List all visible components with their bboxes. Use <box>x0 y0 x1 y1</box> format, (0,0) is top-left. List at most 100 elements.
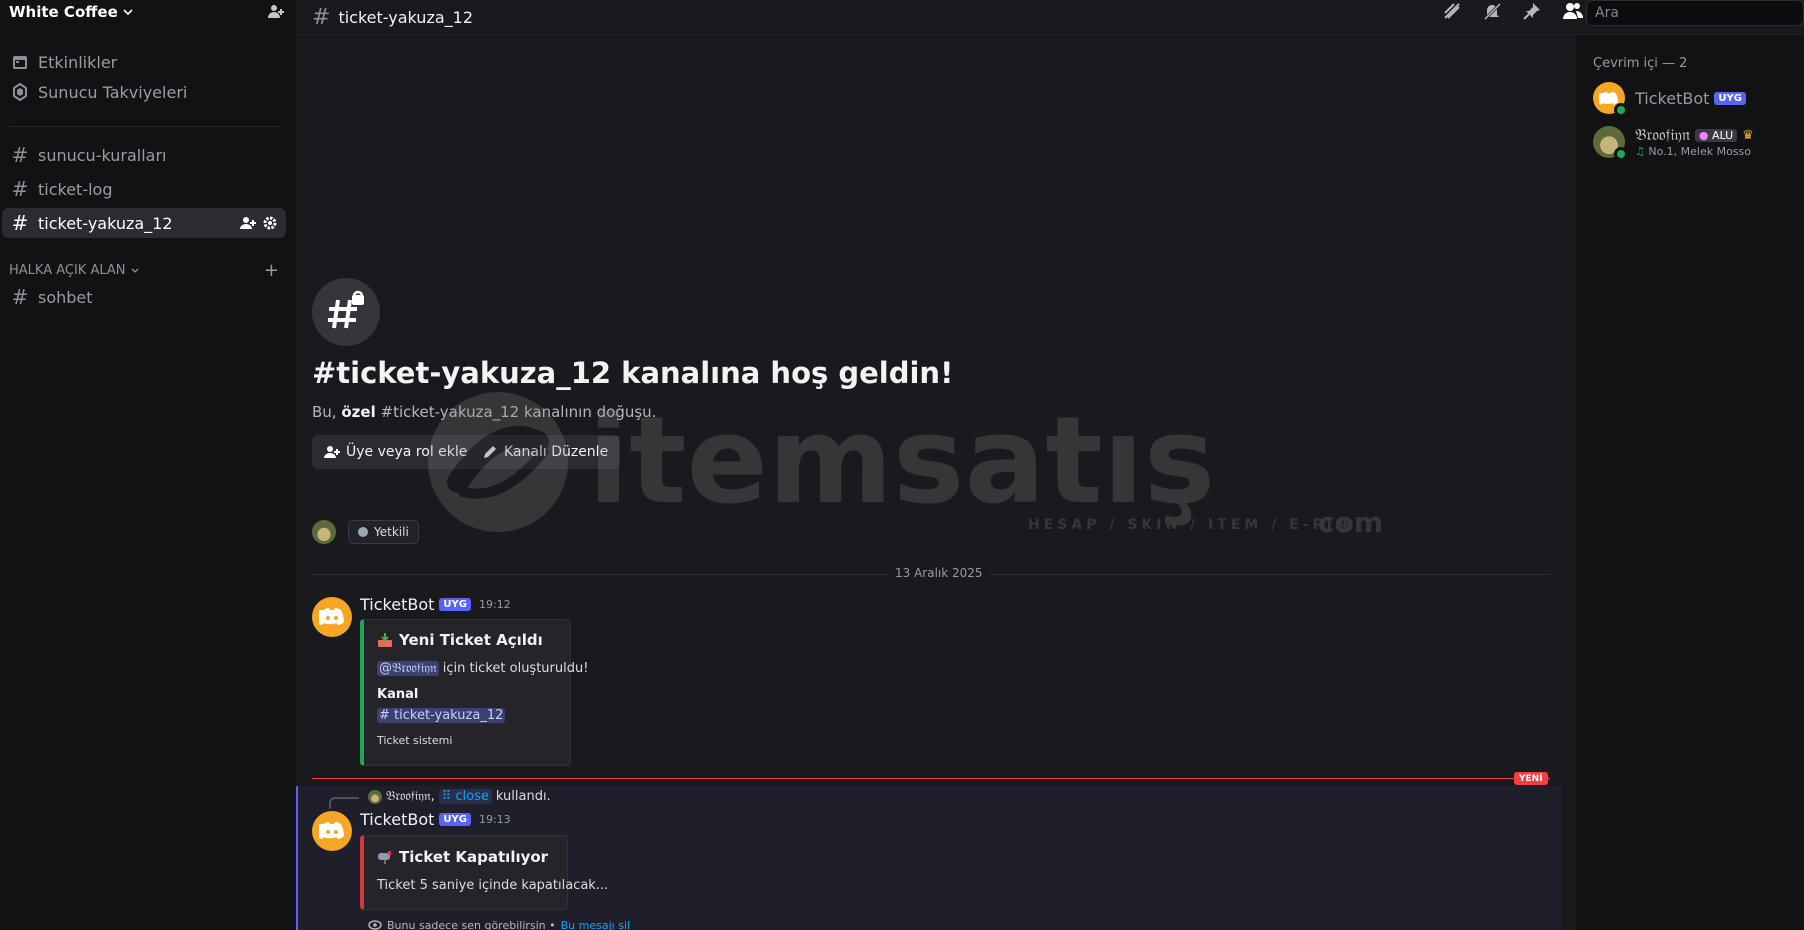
sidebar-item-sunucu-kurallari[interactable]: # sunucu-kuralları <box>2 140 286 170</box>
crown-icon: ♛ <box>1742 127 1754 143</box>
sidebar-item-label: sunucu-kuralları <box>38 145 167 165</box>
author-name[interactable]: TicketBot <box>360 810 434 829</box>
pin-icon[interactable] <box>1522 1 1542 21</box>
private-channel-icon <box>312 278 380 346</box>
command-name: close <box>455 789 489 804</box>
member-name: TicketBot <box>1635 88 1710 108</box>
role-pill[interactable]: Yetkili <box>348 520 419 544</box>
sidebar-item-label: ticket-yakuza_12 <box>38 213 173 233</box>
avatar[interactable] <box>312 597 352 637</box>
sidebar-item-ticket-yakuza-12[interactable]: # ticket-yakuza_12 <box>2 208 286 238</box>
mailbox-closed-icon <box>378 851 391 864</box>
channel-title: # ticket-yakuza_12 <box>296 5 473 30</box>
embed-footer: Ticket sistemi <box>377 734 453 747</box>
private-hash-icon: # <box>312 4 331 30</box>
private-hash-icon: # <box>11 211 29 235</box>
gear-icon[interactable] <box>262 215 278 231</box>
activity-text: No.1, Melek Mosso <box>1648 145 1751 158</box>
server-name: White Coffee <box>9 3 118 21</box>
member-activity: ♫ No.1, Melek Mosso <box>1635 145 1754 158</box>
timestamp[interactable]: 19:12 <box>479 598 511 611</box>
avatar[interactable] <box>312 520 336 544</box>
boost-icon <box>10 82 30 102</box>
date-divider: 13 Aralık 2025 <box>312 566 1550 580</box>
guild-tag-label: ALU <box>1712 128 1734 142</box>
notification-bell-muted-icon[interactable] <box>1482 1 1502 21</box>
guild-tag-badge: ● ALU <box>1694 128 1738 142</box>
channel-sidebar: White Coffee Etkinlikler Sunucu Takviyel… <box>0 0 296 930</box>
date-divider-label: 13 Aralık 2025 <box>889 566 989 580</box>
reply-suffix: kullandı. <box>495 789 551 804</box>
reply-connector <box>329 797 359 809</box>
online-status-icon <box>1614 103 1628 117</box>
channel-name: ticket-yakuza_12 <box>338 7 474 27</box>
add-member-or-role-button[interactable]: Üye veya rol ekle <box>312 435 480 469</box>
member-group-heading: Çevrim içi — 2 <box>1593 56 1688 71</box>
avatar <box>1593 82 1628 117</box>
embed-title-text: Yeni Ticket Açıldı <box>399 631 543 649</box>
avatar[interactable] <box>312 811 352 851</box>
new-messages-badge: YENİ <box>1514 772 1548 785</box>
discord-logo-icon <box>319 822 344 839</box>
server-header[interactable]: White Coffee <box>0 0 296 24</box>
message-header: TicketBot UYG 19:13 <box>360 810 511 829</box>
embed-field-value: # ticket-yakuza_12 <box>377 708 506 723</box>
member-item[interactable]: TicketBot UYG <box>1593 82 1746 117</box>
welcome-sub-suffix: #ticket-yakuza_12 kanalının doğuşu. <box>380 403 657 421</box>
invite-member-icon[interactable] <box>240 215 256 231</box>
discord-logo-icon <box>319 608 344 625</box>
chevron-down-icon <box>123 9 133 16</box>
sidebar-item-sohbet[interactable]: # sohbet <box>2 282 286 312</box>
command-icon: ⠿ <box>441 789 452 804</box>
category-label: HALKA AÇIK ALAN <box>9 263 126 278</box>
sidebar-item-server-boosts[interactable]: Sunucu Takviyeleri <box>2 77 286 107</box>
hash-icon: # <box>11 177 29 201</box>
avatar[interactable] <box>368 789 382 804</box>
create-channel-icon[interactable]: + <box>264 260 279 281</box>
command-reply-context: 𝔅𝔯𝔬𝔬𝔣𝔦𝔶𝔫, ⠿ close kullandı. <box>368 789 551 804</box>
welcome-sub-prefix: Bu, <box>312 403 337 421</box>
sidebar-item-events[interactable]: Etkinlikler <box>2 47 286 77</box>
embed-title: Ticket Kapatılıyor <box>377 848 548 866</box>
sidebar-divider <box>9 126 280 127</box>
dismiss-message-link[interactable]: Bu mesajı sil <box>561 919 630 930</box>
discord-logo-icon <box>1599 91 1618 104</box>
welcome-title: #ticket-yakuza_12 kanalına hoş geldin! <box>312 356 954 390</box>
member-list-icon[interactable] <box>1562 1 1584 21</box>
server-name-button[interactable]: White Coffee <box>9 3 134 21</box>
member-item[interactable]: 𝔅𝔯𝔬𝔬𝔣𝔦𝔶𝔫 ● ALU ♛ ♫ No.1, Melek Mosso <box>1593 125 1754 161</box>
search-placeholder: Ara <box>1595 5 1619 21</box>
reply-user[interactable]: 𝔅𝔯𝔬𝔬𝔣𝔦𝔶𝔫, <box>386 789 435 804</box>
online-status-icon <box>1614 146 1628 161</box>
embed-title-text: Ticket Kapatılıyor <box>399 848 549 866</box>
threads-icon[interactable] <box>1442 1 1462 21</box>
message-header: TicketBot UYG 19:12 <box>360 595 511 614</box>
embed-field-name: Kanal <box>377 687 419 702</box>
search-input[interactable]: Ara <box>1586 0 1804 26</box>
embed-description: Ticket 5 saniye içinde kapatılacak... <box>377 878 609 893</box>
embed-card: Ticket Kapatılıyor Ticket 5 saniye içind… <box>360 835 608 910</box>
timestamp[interactable]: 19:13 <box>479 813 511 826</box>
chevron-down-icon <box>131 268 138 273</box>
role-color-dot <box>358 527 368 537</box>
calendar-icon <box>10 52 30 72</box>
welcome-sub-bold: özel <box>341 403 376 421</box>
tag-icon: ● <box>1698 128 1709 142</box>
author-name[interactable]: TicketBot <box>360 595 434 614</box>
sidebar-item-label: Sunucu Takviyeleri <box>38 82 188 102</box>
pencil-icon <box>484 446 496 458</box>
app-badge: UYG <box>439 813 471 826</box>
category-header[interactable]: HALKA AÇIK ALAN + <box>9 260 279 281</box>
slash-command[interactable]: ⠿ close <box>438 789 492 804</box>
inbox-tray-icon <box>378 633 392 647</box>
channel-mention[interactable]: # ticket-yakuza_12 <box>377 708 506 723</box>
edit-channel-label: Kanalı Düzenle <box>504 444 609 460</box>
edit-channel-button[interactable]: Kanalı Düzenle <box>470 435 621 469</box>
ephemeral-note: Bunu sadece sen görebilirsin • Bu mesajı… <box>368 918 630 930</box>
sidebar-item-label: ticket-log <box>38 179 113 199</box>
invite-people-icon[interactable] <box>265 1 287 23</box>
user-mention[interactable]: @𝔅𝔯𝔬𝔬𝔣𝔦𝔶𝔫 <box>377 661 439 676</box>
embed-description-text: için ticket oluşturuldu! <box>442 661 589 676</box>
sidebar-item-ticket-log[interactable]: # ticket-log <box>2 174 286 204</box>
embed-title: Yeni Ticket Açıldı <box>377 631 543 649</box>
